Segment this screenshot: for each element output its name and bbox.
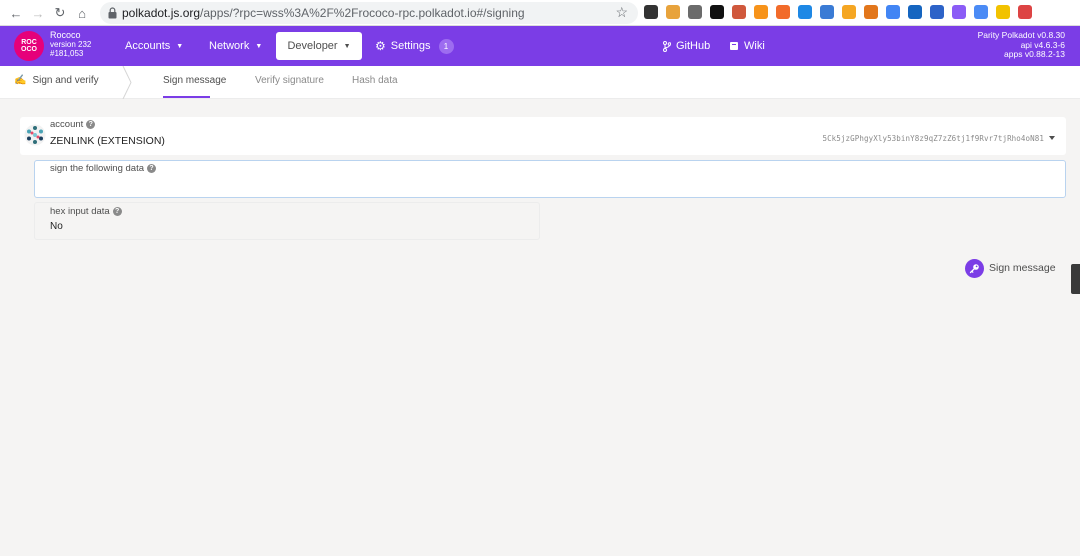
menu-developer-label: Developer [287,40,338,52]
code-branch-icon [663,40,671,52]
hex-input-label-text: hex input data [50,206,110,217]
hex-input-value: No [50,221,63,232]
caret-down-icon: ▼ [343,42,351,50]
chain-logo-text: ROC OCO [21,39,37,53]
version-info: Parity Polkadot v0.8.30 api v4.6.3-6 app… [978,30,1065,60]
reload-icon[interactable]: ↻ [50,3,70,23]
browser-extension-icon[interactable] [952,5,966,19]
menu-accounts[interactable]: Accounts ▼ [115,32,193,60]
browser-extension-icon[interactable] [864,5,878,19]
active-tab-indicator [163,96,210,98]
tab-verify-signature[interactable]: Verify signature [255,75,324,86]
tab-hash-data[interactable]: Hash data [352,75,398,86]
sign-data-label-text: sign the following data [50,163,145,174]
browser-extension-icon[interactable] [1018,5,1032,19]
menu-network[interactable]: Network ▼ [199,32,272,60]
sign-message-button-label: Sign message [989,262,1056,274]
browser-extension-icon[interactable] [644,5,658,19]
help-icon[interactable]: ? [112,207,122,216]
browser-extension-icon[interactable] [666,5,680,19]
extensions-bar [644,5,1032,21]
caret-down-icon: ▼ [176,42,184,50]
tab-divider [122,66,132,99]
account-address: 5Ck5jzGPhgyXly53binY8z9qZ7zZ6tj1f9Rvr7tj… [822,134,1044,143]
browser-extension-icon[interactable] [798,5,812,19]
dropdown-caret-icon[interactable] [1049,136,1055,140]
back-icon[interactable]: ← [6,3,26,23]
tab-bar: ✍ Sign and verify Sign message Verify si… [0,66,1080,99]
app-header: ROC OCO Rococo version 232 #181,053 Acco… [0,26,1080,66]
chain-logo[interactable]: ROC OCO [14,31,44,61]
account-label: account? [50,119,96,130]
gear-icon: ⚙ [375,39,386,53]
address-bar[interactable]: polkadot.js.org/apps/?rpc=wss%3A%2F%2Fro… [100,2,638,24]
url-host: polkadot.js.org [122,6,201,20]
menu-settings-label: Settings [390,40,431,52]
browser-extension-icon[interactable] [974,5,988,19]
hex-input-label: hex input data? [50,206,122,217]
forward-icon[interactable]: → [28,3,48,23]
menu-settings[interactable]: ⚙ Settings 1 [365,32,464,60]
browser-extension-icon[interactable] [732,5,746,19]
menu-network-label: Network [209,40,250,52]
account-selector[interactable]: account? ZENLINK (EXTENSION) 5Ck5jzGPhgy… [20,117,1066,155]
section-title: ✍ Sign and verify [14,75,99,86]
sign-message-button[interactable]: Sign message [965,258,1056,278]
chain-name: Rococo [50,30,81,40]
settings-badge: 1 [438,38,454,54]
url-text: polkadot.js.org/apps/?rpc=wss%3A%2F%2Fro… [122,6,525,20]
chain-version: version 232 [50,40,92,49]
bookmark-star-icon[interactable]: ☆ [615,4,628,21]
section-title-label: Sign and verify [32,75,99,86]
menu-accounts-label: Accounts [125,40,171,52]
browser-extension-icon[interactable] [886,5,900,19]
browser-extension-icon[interactable] [688,5,702,19]
url-path: /apps/?rpc=wss%3A%2F%2Frococo-rpc.polkad… [200,6,525,20]
help-icon[interactable]: ? [86,120,96,129]
menu-developer[interactable]: Developer ▼ [276,32,362,60]
account-label-text: account [50,119,84,130]
book-icon [730,42,738,50]
lock-icon [108,7,117,19]
chain-info[interactable]: Rococo version 232 #181,053 [50,30,92,59]
sign-data-input[interactable] [50,179,1050,193]
menu-github[interactable]: GitHub [653,32,720,60]
apps-version: apps v0.88.2-13 [1004,49,1065,59]
signature-icon: ✍ [14,75,27,86]
side-panel-handle[interactable] [1071,264,1080,294]
browser-extension-icon[interactable] [908,5,922,19]
account-identicon [24,124,46,146]
help-icon[interactable]: ? [147,164,157,173]
browser-toolbar: ← → ↻ ⌂ polkadot.js.org/apps/?rpc=wss%3A… [0,0,1080,26]
tab-sign-message[interactable]: Sign message [163,75,226,86]
home-icon[interactable]: ⌂ [72,3,92,23]
browser-extension-icon[interactable] [930,5,944,19]
browser-extension-icon[interactable] [776,5,790,19]
menu-wiki-label: Wiki [744,40,765,52]
sign-data-field[interactable]: sign the following data? [34,160,1066,198]
key-icon [965,258,984,278]
sign-data-label: sign the following data? [50,163,157,174]
menu-github-label: GitHub [676,40,711,52]
browser-extension-icon[interactable] [710,5,724,19]
browser-extension-icon[interactable] [820,5,834,19]
browser-extension-icon[interactable] [754,5,768,19]
hex-input-field: hex input data? No [34,202,540,240]
account-name: ZENLINK (EXTENSION) [50,135,165,147]
caret-down-icon: ▼ [255,42,263,50]
browser-extension-icon[interactable] [996,5,1010,19]
browser-extension-icon[interactable] [842,5,856,19]
menu-wiki[interactable]: Wiki [719,32,775,60]
block-number: #181,053 [50,49,84,58]
